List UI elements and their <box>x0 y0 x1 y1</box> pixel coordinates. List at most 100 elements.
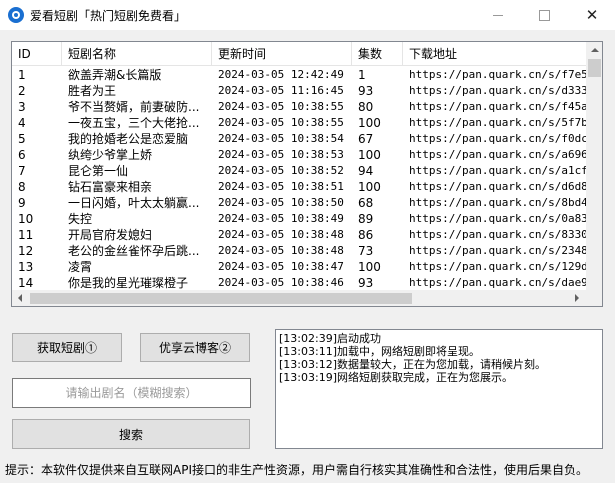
cell-name: 失控 <box>68 212 93 226</box>
table-row[interactable]: 11 开局官府发媳妇 2024-03-05 10:38:48 86 https://pa… <box>12 227 587 243</box>
cell-episodes: 86 <box>358 228 374 242</box>
cell-download: https://pan.quark.cn/s/83303 <box>409 228 587 241</box>
cell-download: https://pan.quark.cn/s/f0dcf <box>409 132 587 145</box>
maximize-icon[interactable] <box>521 0 567 30</box>
scroll-up-icon[interactable] <box>591 48 599 52</box>
cell-id: 11 <box>18 228 34 242</box>
scroll-left-icon[interactable] <box>18 294 22 302</box>
share-blog-button[interactable]: 优享云博客② <box>140 333 250 362</box>
cell-episodes: 80 <box>358 100 374 114</box>
cell-id: 5 <box>18 132 26 146</box>
table-row[interactable]: 14 你是我的星光璀璨橙子 2024-03-05 10:38:46 93 https:/… <box>12 275 587 291</box>
cell-updated: 2024-03-05 10:38:54 <box>218 132 344 145</box>
cell-name: 一夜五宝，三个大佬抢... <box>68 116 200 130</box>
cell-episodes: 93 <box>358 276 374 290</box>
cell-episodes: 68 <box>358 196 374 210</box>
search-button[interactable]: 搜索 <box>12 419 250 449</box>
minimize-icon[interactable] <box>475 0 521 30</box>
cell-episodes: 67 <box>358 132 374 146</box>
close-icon[interactable]: ✕ <box>569 0 615 30</box>
film-reel-icon <box>8 7 24 23</box>
log-line: [13:03:11]加载中，网络短剧即将呈现。 <box>279 345 480 358</box>
cell-updated: 2024-03-05 12:42:49 <box>218 68 344 81</box>
cell-updated: 2024-03-05 10:38:48 <box>218 228 344 241</box>
cell-id: 3 <box>18 100 26 114</box>
table-body: 1 欲盖弄潮&长篇版 2024-03-05 12:42:49 1 https://pan… <box>12 67 587 291</box>
cell-name: 我的抢婚老公是恋爱脑 <box>68 132 189 146</box>
table-row[interactable]: 6 纨绔少爷掌上娇 2024-03-05 10:38:53 100 https://pa… <box>12 147 587 163</box>
cell-episodes: 100 <box>358 116 381 130</box>
cell-name: 胜者为王 <box>68 84 117 98</box>
cell-name: 你是我的星光璀璨橙子 <box>68 276 189 290</box>
cell-download: https://pan.quark.cn/s/d6d8a <box>409 180 587 193</box>
cell-updated: 2024-03-05 10:38:50 <box>218 196 344 209</box>
column-header-updated[interactable]: 更新时间 <box>212 42 352 66</box>
cell-download: https://pan.quark.cn/s/129d9 <box>409 260 587 273</box>
cell-download: https://pan.quark.cn/s/f7e58 <box>409 68 587 81</box>
cell-updated: 2024-03-05 10:38:55 <box>218 116 344 129</box>
search-input[interactable] <box>12 378 251 408</box>
table-row[interactable]: 13 凌霄 2024-03-05 10:38:47 100 https://pan.qu… <box>12 259 587 275</box>
column-header-id[interactable]: ID <box>12 42 62 66</box>
cell-id: 6 <box>18 148 26 162</box>
table-row[interactable]: 12 老公的金丝雀怀孕后跳... 2024-03-05 10:38:48 73 http… <box>12 243 587 259</box>
table-row[interactable]: 8 钻石富豪来相亲 2024-03-05 10:38:51 100 https://pa… <box>12 179 587 195</box>
table-row[interactable]: 10 失控 2024-03-05 10:38:49 89 https://pan.qua… <box>12 211 587 227</box>
log-line: [13:03:19]网络短剧获取完成，正在为您展示。 <box>279 371 513 384</box>
cell-download: https://pan.quark.cn/s/8bd43 <box>409 196 587 209</box>
cell-updated: 2024-03-05 11:16:45 <box>218 84 344 97</box>
cell-name: 一日闪婚，叶太太躺赢... <box>68 196 200 210</box>
log-line: [13:03:12]数据量较大，正在为您加载，请稍候片刻。 <box>279 358 546 371</box>
column-header-name[interactable]: 短剧名称 <box>62 42 212 66</box>
cell-episodes: 1 <box>358 68 366 82</box>
cell-episodes: 100 <box>358 180 381 194</box>
cell-download: https://pan.quark.cn/s/f45a9 <box>409 100 587 113</box>
cell-id: 7 <box>18 164 26 178</box>
vertical-scroll-thumb[interactable] <box>588 59 601 77</box>
cell-episodes: 100 <box>358 148 381 162</box>
table-row[interactable]: 7 昆仑第一仙 2024-03-05 10:38:52 94 https://pan.q… <box>12 163 587 179</box>
table-header: ID 短剧名称 更新时间 集数 下载地址 <box>12 42 587 66</box>
table-row[interactable]: 4 一夜五宝，三个大佬抢... 2024-03-05 10:38:55 100 http… <box>12 115 587 131</box>
cell-name: 爷不当赘婿，前妻破防... <box>68 100 200 114</box>
cell-download: https://pan.quark.cn/s/a1cfe <box>409 164 587 177</box>
cell-updated: 2024-03-05 10:38:47 <box>218 260 344 273</box>
cell-id: 4 <box>18 116 26 130</box>
cell-id: 12 <box>18 244 34 258</box>
cell-episodes: 94 <box>358 164 374 178</box>
cell-download: https://pan.quark.cn/s/a6961 <box>409 148 587 161</box>
column-header-download[interactable]: 下载地址 <box>403 42 602 66</box>
cell-id: 2 <box>18 84 26 98</box>
column-header-episodes[interactable]: 集数 <box>352 42 403 66</box>
table-row[interactable]: 1 欲盖弄潮&长篇版 2024-03-05 12:42:49 1 https://pan… <box>12 67 587 83</box>
window-title: 爱看短剧「热门短剧免费看」 <box>30 9 187 23</box>
horizontal-scroll-thumb[interactable] <box>30 293 412 304</box>
log-output[interactable]: [13:02:39]启动成功 [13:03:11]加载中，网络短剧即将呈现。 [13… <box>275 329 603 449</box>
cell-download: https://pan.quark.cn/s/5f7b1 <box>409 116 587 129</box>
cell-updated: 2024-03-05 10:38:51 <box>218 180 344 193</box>
cell-episodes: 73 <box>358 244 374 258</box>
cell-name: 欲盖弄潮&长篇版 <box>68 68 162 82</box>
horizontal-scrollbar[interactable] <box>12 290 586 306</box>
cell-episodes: 89 <box>358 212 374 226</box>
cell-name: 钻石富豪来相亲 <box>68 180 153 194</box>
cell-download: https://pan.quark.cn/s/0a83e <box>409 212 587 225</box>
table-row[interactable]: 2 胜者为王 2024-03-05 11:16:45 93 https://pan.qu… <box>12 83 587 99</box>
cell-name: 开局官府发媳妇 <box>68 228 153 242</box>
vertical-scrollbar[interactable] <box>586 42 602 291</box>
table-row[interactable]: 3 爷不当赘婿，前妻破防... 2024-03-05 10:38:55 80 https… <box>12 99 587 115</box>
cell-updated: 2024-03-05 10:38:49 <box>218 212 344 225</box>
fetch-dramas-button[interactable]: 获取短剧① <box>12 333 122 362</box>
cell-name: 昆仑第一仙 <box>68 164 129 178</box>
cell-name: 纨绔少爷掌上娇 <box>68 148 153 162</box>
cell-episodes: 93 <box>358 84 374 98</box>
cell-id: 1 <box>18 68 26 82</box>
scroll-right-icon[interactable] <box>575 294 579 302</box>
cell-updated: 2024-03-05 10:38:53 <box>218 148 344 161</box>
table-row[interactable]: 9 一日闪婚，叶太太躺赢... 2024-03-05 10:38:50 68 https… <box>12 195 587 211</box>
status-bar-text: 提示：本软件仅提供来自互联网API接口的非生产性资源，用户需自行核实其准确性和合… <box>5 463 588 477</box>
cell-name: 凌霄 <box>68 260 93 274</box>
drama-list-table[interactable]: ID 短剧名称 更新时间 集数 下载地址 1 欲盖弄潮&长篇版 2024-03-05… <box>11 41 603 307</box>
cell-download: https://pan.quark.cn/s/d333f <box>409 84 587 97</box>
table-row[interactable]: 5 我的抢婚老公是恋爱脑 2024-03-05 10:38:54 67 https://… <box>12 131 587 147</box>
